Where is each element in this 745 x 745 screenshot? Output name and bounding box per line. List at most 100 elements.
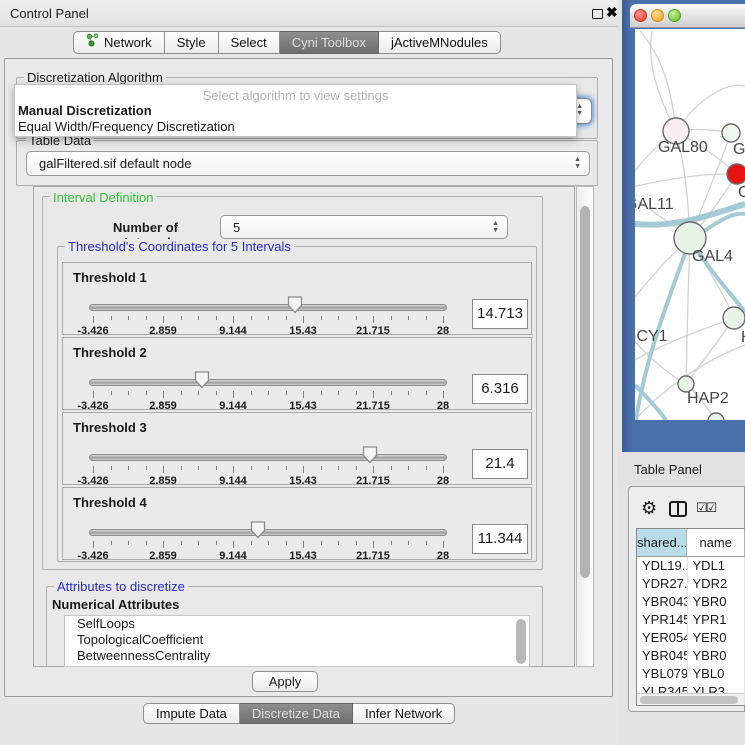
table-row[interactable]: YER054CYER0 [637,629,745,647]
threshold-value-field[interactable]: 11.344 [472,524,528,554]
tab-select[interactable]: Select [219,31,280,54]
table-row[interactable]: YBR043CYBR0 [637,593,745,611]
threshold-value-field[interactable]: 14.713 [472,299,528,329]
table-cell[interactable]: YDL1 [688,557,745,575]
table-row[interactable]: YDR27...YDR2 [637,575,745,593]
numerical-attributes-list[interactable]: SelfLoopsTopologicalCoefficientBetweenne… [64,615,530,667]
table-cell[interactable]: YER054C [637,629,688,647]
combo-arrows-icon: ▲▼ [492,220,499,234]
slider-tick-label: 2.859 [149,550,177,562]
float-window-icon[interactable] [592,9,603,19]
table-cell[interactable]: YBR0 [688,647,745,665]
slider-track[interactable] [89,529,447,536]
network-edge[interactable] [686,318,734,384]
slider-thumb[interactable] [362,446,378,469]
column-header[interactable]: shared... [637,529,687,556]
slider-tick [338,541,339,545]
network-edge[interactable] [640,31,676,131]
attribute-list-item[interactable]: SelfLoops [65,616,529,632]
tab-style[interactable]: Style [165,31,219,54]
table-row[interactable]: YPR145WYPR1 [637,611,745,629]
close-traffic-light-icon[interactable] [634,9,647,22]
slider-tick [198,541,199,545]
slider-track[interactable] [89,454,447,461]
table-cell[interactable]: YDL19... [637,557,688,575]
list-scrollbar-thumb[interactable] [516,619,526,664]
tab-network[interactable]: Network [73,31,165,54]
tab-jactivemnodules[interactable]: jActiveMNodules [379,31,501,54]
network-node[interactable] [727,164,745,184]
slider-tick [321,391,322,395]
column-header[interactable]: name [687,529,745,556]
slider-tick [303,391,304,398]
slider-tick [128,391,129,395]
table-data-value: galFiltered.sif default node [39,156,191,171]
slider-tick [426,316,427,320]
table-cell[interactable]: YPR1 [688,611,745,629]
slider-tick-label: 28 [437,400,449,412]
table-cell[interactable]: YER0 [688,629,745,647]
tab-discretize-data[interactable]: Discretize Data [240,703,353,724]
attribute-list-item[interactable]: BetweennessCentrality [65,648,529,664]
slider-tick [321,466,322,470]
network-node[interactable] [708,413,724,420]
scrollbar-thumb[interactable] [640,696,738,704]
apply-button[interactable]: Apply [252,671,318,692]
minimize-traffic-light-icon[interactable] [651,9,664,22]
split-column-icon[interactable] [669,501,687,517]
scrollbar-thumb[interactable] [580,206,590,578]
zoom-traffic-light-icon[interactable] [668,9,681,22]
attribute-list-item[interactable]: TopologicalCoefficient [65,632,529,648]
slider-thumb[interactable] [194,371,210,394]
table-cell[interactable]: YBL079W [637,665,688,683]
network-node[interactable] [722,124,740,142]
slider-track[interactable] [89,304,447,311]
slider-tick [111,466,112,470]
algorithm-option[interactable]: Equal Width/Frequency Discretization [15,118,576,134]
slider-tick [426,541,427,545]
slider-tick [408,391,409,395]
gear-icon[interactable]: ⚙ [641,498,657,519]
vertical-scrollbar[interactable] [576,186,594,667]
table-data-combobox[interactable]: galFiltered.sif default node ▲▼ [26,151,590,176]
slider-tick-label: 28 [437,325,449,337]
table-row[interactable]: YBR045CYBR0 [637,647,745,665]
slider-tick [233,316,234,323]
tab-impute-data[interactable]: Impute Data [143,703,240,724]
slider-tick [128,316,129,320]
network-canvas[interactable]: GAL80GAL11GAL4GCY1HAP2GACH [635,29,745,420]
network-edge[interactable] [686,238,690,384]
table-row[interactable]: YBL079WYBL0 [637,665,745,683]
network-edge[interactable] [651,31,676,131]
algorithm-option[interactable]: Manual Discretization [15,102,576,118]
horizontal-scrollbar[interactable] [637,693,744,705]
close-icon[interactable]: ✖ [606,4,618,21]
table-cell[interactable]: YDR27... [637,575,688,593]
table-cell[interactable]: YDR2 [688,575,745,593]
slider-tick [146,466,147,470]
slider-thumb[interactable] [287,296,303,319]
table-cell[interactable]: YBR043C [637,593,688,611]
slider-tick [181,466,182,470]
slider-tick-label: 9.144 [219,400,247,412]
number-of-intervals-combobox[interactable]: 5 ▲▼ [220,215,508,239]
table-cell[interactable]: YBR045C [637,647,688,665]
slider-tick [408,316,409,320]
node-attribute-table[interactable]: shared...name YDL19...YDL1YDR27...YDR2YB… [636,528,745,706]
table-cell[interactable]: YBL0 [688,665,745,683]
slider-tick [93,466,94,473]
slider-track[interactable] [89,379,447,386]
table-cell[interactable]: YPR145W [637,611,688,629]
checkbox-checked-icon[interactable]: ☑☑ [696,500,715,516]
tab-infer-network[interactable]: Infer Network [353,703,455,724]
table-cell[interactable]: YBR0 [688,593,745,611]
tab-cyni-toolbox[interactable]: Cyni Toolbox [280,31,379,54]
slider-thumb[interactable] [250,521,266,544]
slider-tick-label: 9.144 [219,550,247,562]
threshold-value-field[interactable]: 21.4 [472,449,528,479]
network-node[interactable] [723,307,745,329]
table-panel-toolbar: ⚙ ☑☑ [636,498,745,526]
table-row[interactable]: YDL19...YDL1 [637,557,745,575]
dropdown-prompt[interactable]: Select algorithm to view settings [15,85,576,102]
threshold-value-field[interactable]: 6.316 [472,374,528,404]
